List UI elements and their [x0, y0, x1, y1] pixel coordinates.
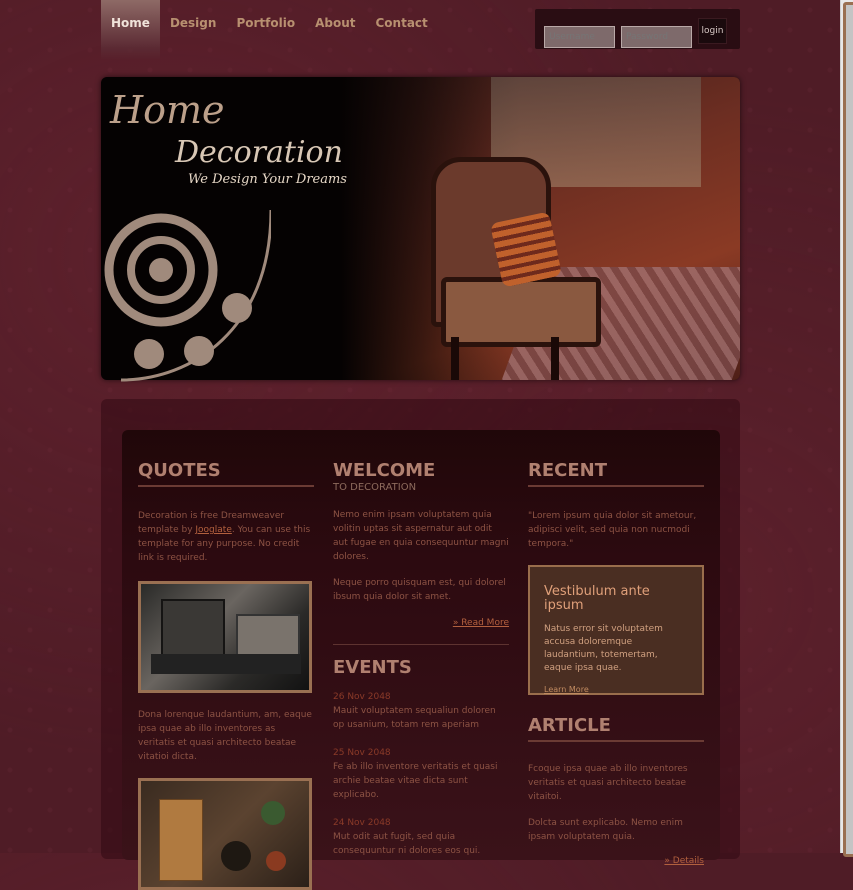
read-more-link[interactable]: » Read More: [333, 616, 509, 630]
main-nav: Home Design Portfolio About Contact: [101, 0, 438, 60]
feature-box-title: Vestibulum ante ipsum: [544, 584, 650, 613]
nav-home[interactable]: Home: [101, 0, 160, 60]
recent-quote: "Lorem ipsum quia dolor sit ametour, adi…: [528, 511, 697, 549]
quotes-caption: Dona lorenque laudantium, am, eaque ipsa…: [138, 710, 312, 762]
event-text: Fe ab illo inventore veritatis et quasi …: [333, 762, 498, 800]
recent-column: RECENT "Lorem ipsum quia dolor sit ameto…: [528, 460, 704, 868]
welcome-heading: WELCOME: [333, 460, 436, 481]
password-input[interactable]: [621, 26, 692, 48]
swirl-ornament-icon: [104, 209, 271, 382]
event-text: Mut odit aut fugit, sed quia consequuntu…: [333, 832, 481, 856]
article-heading: ARTICLE: [528, 715, 704, 742]
article-paragraph-1: Fcoque ipsa quae ab illo inventores veri…: [528, 764, 688, 802]
logo-decoration-text: Decoration: [175, 135, 343, 170]
feature-box-text: Natus error sit voluptatem accusa dolore…: [544, 624, 663, 673]
event-date: 24 Nov 2048: [333, 818, 391, 828]
jooglate-link[interactable]: Jooglate: [195, 525, 231, 535]
banner-tagline: We Design Your Dreams: [188, 172, 347, 187]
welcome-subtitle: TO DECORATION: [333, 482, 417, 493]
nav-design[interactable]: Design: [160, 0, 227, 60]
armchair-image: [431, 157, 601, 380]
vertical-scrollbar[interactable]: [840, 0, 853, 857]
recent-heading: RECENT: [528, 460, 704, 487]
quotes-intro: Decoration is free Dreamweaver template …: [138, 511, 311, 563]
welcome-paragraph-2: Neque porro quisquam est, qui dolorel ib…: [333, 578, 506, 602]
learn-more-link[interactable]: Learn More: [544, 685, 589, 694]
events-heading: EVENTS: [333, 657, 412, 678]
logo-home-text: Home: [110, 88, 225, 132]
login-button[interactable]: login: [698, 18, 727, 44]
kitchen-photo: [138, 778, 312, 890]
event-item: 24 Nov 2048 Mut odit aut fugit, sed quia…: [333, 816, 509, 858]
username-input[interactable]: [544, 26, 615, 48]
quotes-column: QUOTES Decoration is free Dreamweaver te…: [138, 460, 314, 890]
details-link[interactable]: » Details: [528, 854, 704, 868]
event-date: 25 Nov 2048: [333, 748, 391, 758]
event-date: 26 Nov 2048: [333, 692, 391, 702]
welcome-column: WELCOME TO DECORATION Nemo enim ipsam vo…: [333, 460, 509, 858]
event-text: Mauit voluptatem sequaliun doloren op us…: [333, 706, 496, 730]
quotes-heading: QUOTES: [138, 460, 314, 487]
nav-contact[interactable]: Contact: [365, 0, 437, 60]
nav-portfolio[interactable]: Portfolio: [226, 0, 305, 60]
event-item: 25 Nov 2048 Fe ab illo inventore veritat…: [333, 746, 509, 802]
scrollbar-thumb[interactable]: [843, 2, 853, 857]
nav-about[interactable]: About: [305, 0, 365, 60]
login-form: login: [535, 9, 740, 49]
feature-box: Vestibulum ante ipsum Natus error sit vo…: [528, 565, 704, 695]
divider: [333, 644, 509, 645]
projector-photo: [138, 581, 312, 693]
welcome-paragraph-1: Nemo enim ipsam voluptatem quia volitin …: [333, 510, 509, 562]
event-item: 26 Nov 2048 Mauit voluptatem sequaliun d…: [333, 690, 509, 732]
article-paragraph-2: Dolcta sunt explicabo. Nemo enim ipsam v…: [528, 818, 683, 842]
